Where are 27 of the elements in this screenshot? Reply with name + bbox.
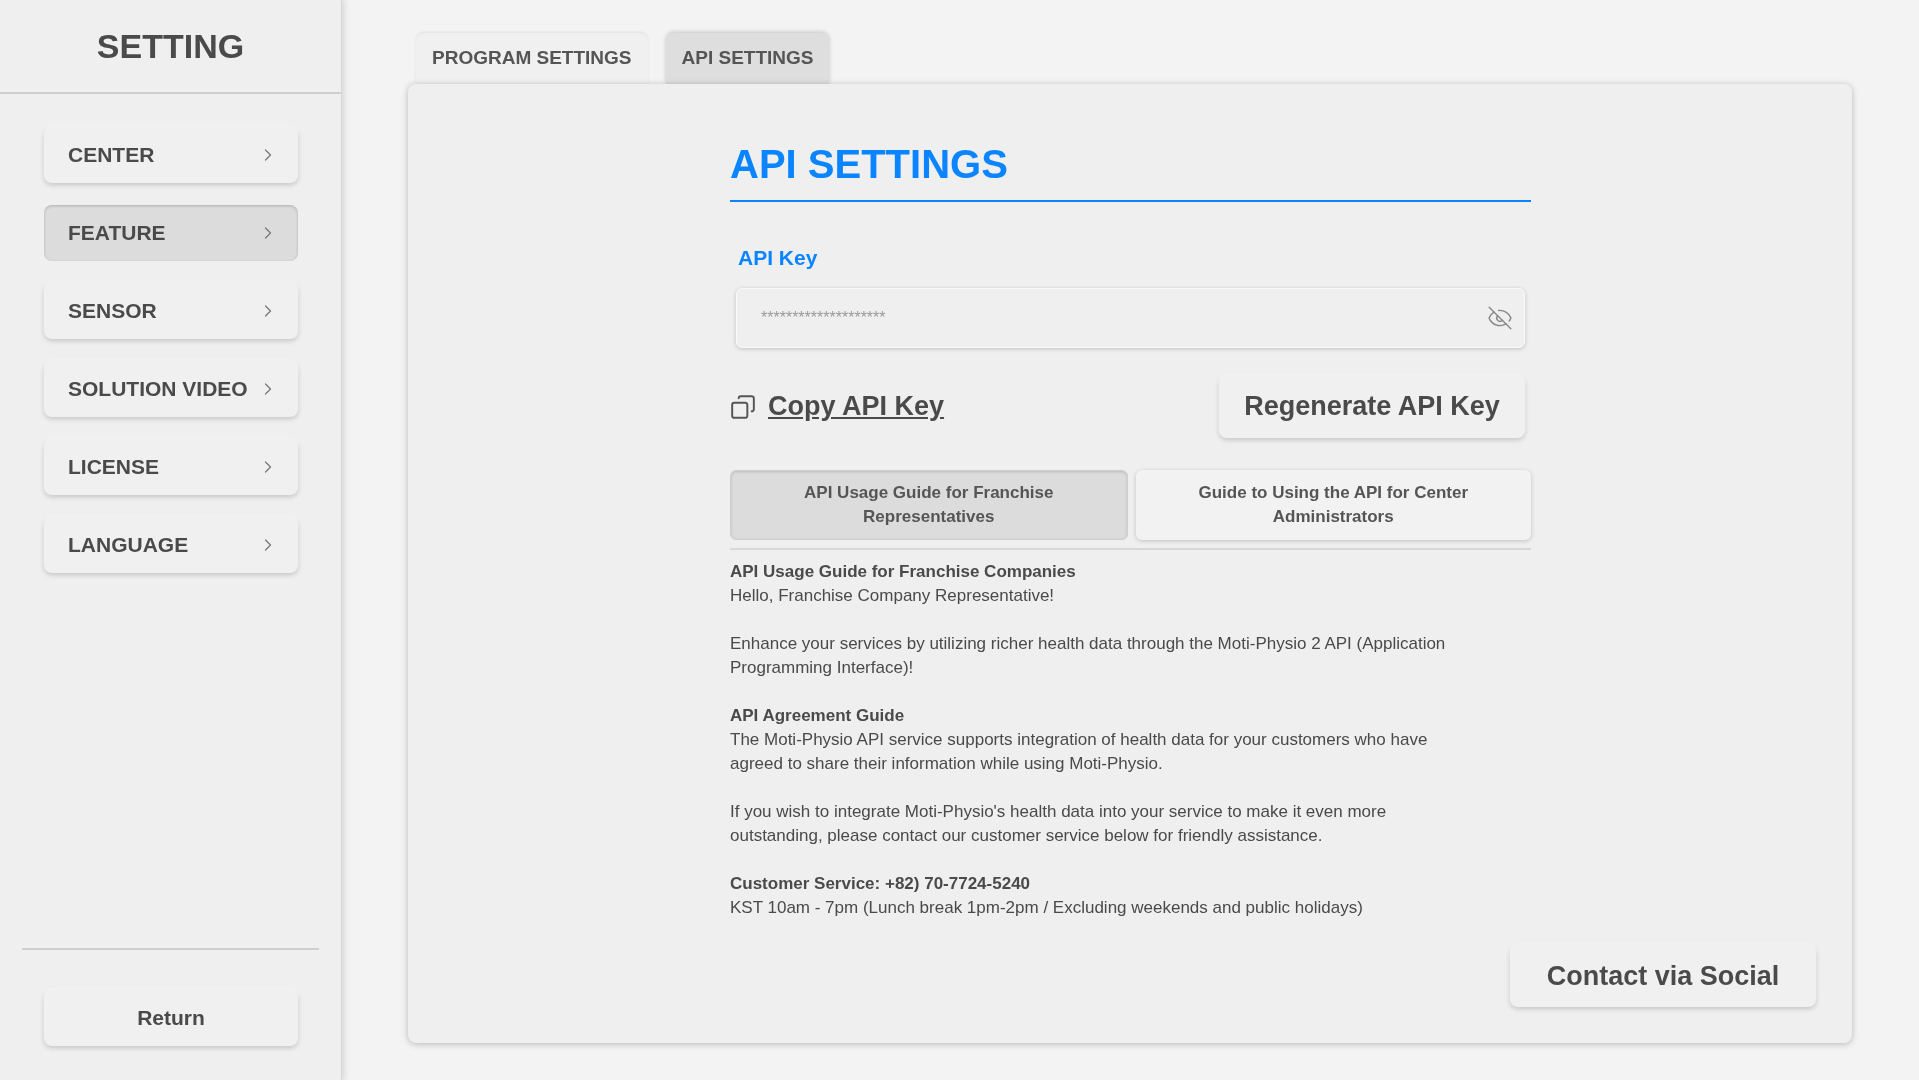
guide-paragraph: Hello, Franchise Company Representative!	[730, 584, 1056, 607]
eye-off-icon[interactable]	[1487, 304, 1513, 331]
guide-tab[interactable]: Guide to Using the API for Center Administrators	[1135, 469, 1531, 540]
section-heading: API Agreement Guide	[730, 704, 906, 727]
sidebar-item[interactable]: CENTER	[44, 127, 298, 183]
section-heading: API Usage Guide for Franchise Companies	[730, 560, 1077, 583]
guide-paragraph: Enhance your services by utilizing richer health data through the Moti-Physio 2 API (Application Programming Interface)!	[730, 632, 1447, 679]
regenerate-api-key-button[interactable]: Regenerate API Key	[1219, 375, 1525, 438]
return-button[interactable]: Return	[44, 990, 298, 1046]
tab[interactable]: PROGRAM SETTINGS	[416, 33, 648, 84]
sidebar-item[interactable]: SENSOR	[44, 283, 298, 339]
panel-title: API SETTINGS	[730, 134, 1531, 202]
tab[interactable]: API SETTINGS	[665, 33, 830, 84]
sidebar-item[interactable]: LICENSE	[44, 439, 298, 495]
sidebar-title: SETTING	[96, 25, 245, 67]
guide-tab[interactable]: API Usage Guide for Franchise Representatives	[730, 469, 1128, 540]
contact-via-social-button[interactable]: Contact via Social	[1510, 945, 1816, 1007]
sidebar-item[interactable]: SOLUTION VIDEO	[44, 361, 298, 417]
api-key-label: API Key	[738, 245, 818, 271]
copy-api-key-link[interactable]: Copy API Key	[768, 386, 945, 427]
sidebar-item[interactable]: FEATURE	[44, 205, 298, 261]
sidebar-item[interactable]: LANGUAGE	[44, 517, 298, 573]
section-heading: Customer Service: +82) 70-7724-5240	[730, 872, 1032, 895]
guide-paragraph: KST 10am - 7pm (Lunch break 1pm-2pm / Excluding weekends and public holidays)	[730, 896, 1364, 919]
guide-paragraph: The Moti-Physio API service supports integration of health data for your customers who have agreed to share their information while using Moti-Physio.	[730, 728, 1429, 775]
copy-icon[interactable]	[730, 393, 756, 420]
guide-paragraph: If you wish to integrate Moti-Physio's health data into your service to make it even more outstanding, please contact our customer service below for friendly assistance.	[730, 800, 1388, 847]
